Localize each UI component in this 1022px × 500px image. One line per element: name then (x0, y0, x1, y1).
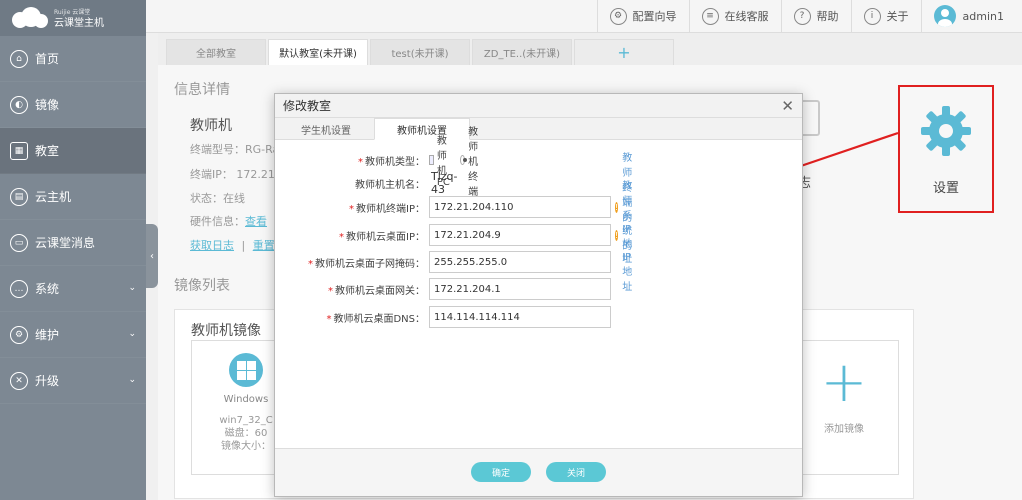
help-button[interactable]: ? 帮助 (780, 0, 851, 33)
edit-classroom-dialog: 修改教室 ✕ 学生机设置 教师机设置 * 教师机类型： 教师机PC 教师机终端 教… (274, 93, 803, 497)
close-button[interactable]: 关闭 (546, 462, 606, 482)
cloud-ip-input[interactable] (429, 224, 611, 246)
dialog-tabs: 学生机设置 教师机设置 (275, 118, 802, 140)
gear-icon (921, 106, 971, 156)
sidebar-item-cloud-host[interactable]: ▤ 云主机 (0, 174, 146, 220)
sidebar-item-messages[interactable]: ▭ 云课堂消息 (0, 220, 146, 266)
list-icon: ≡ (701, 7, 719, 25)
sidebar-item-system[interactable]: … 系统 ⌄ (0, 266, 146, 312)
subnet-mask-label: 教师机云桌面子网掩码： (315, 258, 425, 270)
about-button[interactable]: i 关于 (850, 0, 921, 33)
add-mirror-label: 添加镜像 (824, 424, 864, 435)
confirm-button[interactable]: 确定 (471, 462, 531, 482)
add-mirror-card[interactable]: + 添加镜像 (789, 340, 899, 475)
home-icon: ⌂ (10, 49, 28, 68)
sidebar-item-label: 云主机 (35, 190, 72, 204)
model-line: 终端型号：RG-Ra (190, 143, 280, 156)
cloud-logo-icon (10, 7, 50, 29)
tab-all-classrooms[interactable]: 全部教室 (166, 39, 266, 65)
sidebar-item-classroom[interactable]: ▦ 教室 (0, 128, 146, 174)
settings-label: 设置 (932, 181, 959, 196)
server-icon: ▤ (10, 187, 28, 206)
tab-default-classroom[interactable]: 默认教室(未开课) (268, 39, 368, 65)
chevron-down-icon: ⌄ (128, 283, 136, 293)
terminal-option-radio[interactable] (460, 155, 468, 165)
teacher-type-label: 教师机类型： (365, 156, 425, 168)
hardware-view-link[interactable]: 查看 (245, 215, 267, 228)
tab-student-settings[interactable]: 学生机设置 (278, 118, 374, 140)
mirror-list-title: 镜像列表 (174, 278, 230, 294)
cloud-ip-hint: ! 教师系统的IP地址 (615, 181, 633, 293)
info-title: 信息详情 (174, 82, 230, 98)
settings-callout[interactable]: 设置 (898, 85, 994, 213)
sidebar-item-upgrade[interactable]: ✕ 升级 ⌄ (0, 358, 146, 404)
teacher-mirror-title: 教师机镜像 (191, 323, 261, 339)
terminal-ip-input[interactable] (429, 196, 611, 218)
windows-icon (229, 353, 263, 387)
get-log-link[interactable]: 获取日志 (190, 239, 234, 252)
chevron-down-icon: ⌄ (128, 329, 136, 339)
wrench-icon: ✕ (10, 371, 28, 390)
sidebar-collapse-handle[interactable]: ‹ (146, 224, 158, 288)
action-links: 获取日志 | 重置 (190, 239, 275, 252)
disc-icon: ◐ (10, 95, 28, 114)
config-guide-button[interactable]: ⚙ 配置向导 (596, 0, 689, 33)
dialog-header: 修改教室 ✕ (275, 94, 802, 118)
sidebar-item-label: 首页 (35, 52, 60, 66)
tab-test[interactable]: test(未开课) (370, 39, 470, 65)
user-name: admin1 (962, 9, 1004, 23)
sidebar-item-home[interactable]: ⌂ 首页 (0, 36, 146, 82)
sidebar-item-label: 升级 (35, 374, 60, 388)
sidebar: Ruijie 云课堂 云课堂主机 ⌂ 首页 ◐ 镜像 ▦ 教室 ▤ 云主机 ▭ … (0, 0, 146, 500)
hardware-line: 硬件信息：查看 (190, 215, 267, 228)
teacher-title: 教师机 (190, 118, 232, 134)
close-icon[interactable]: ✕ (781, 97, 794, 115)
add-tab-button[interactable]: + (574, 39, 674, 65)
tool-icon: ⚙ (10, 325, 28, 344)
pc-option-checkbox[interactable] (429, 155, 434, 165)
gateway-label: 教师机云桌面网关： (335, 285, 425, 297)
brand-name: 云课堂主机 (54, 18, 104, 29)
chat-icon: … (10, 279, 28, 298)
info-icon: ! (615, 229, 619, 241)
classroom-tabs: 全部教室 默认教室(未开课) test(未开课) ZD_TE..(未开课) + (158, 33, 1022, 65)
brand-small: Ruijie 云课堂 (54, 9, 91, 16)
sidebar-item-label: 镜像 (35, 98, 60, 112)
dns-input[interactable] (429, 306, 611, 328)
sidebar-item-label: 维护 (35, 328, 60, 342)
sidebar-item-label: 教室 (35, 144, 60, 158)
cloud-ip-label: 教师机云桌面IP： (346, 231, 425, 243)
plus-icon: + (820, 350, 868, 415)
chevron-down-icon: ⌄ (128, 375, 136, 385)
user-menu[interactable]: admin1 (920, 0, 1022, 33)
gateway-input[interactable] (429, 278, 611, 300)
reset-link[interactable]: 重置 (253, 239, 275, 252)
hostname-label: 教师机主机名： (355, 179, 425, 191)
question-icon: ? (793, 7, 811, 25)
info-icon: i (863, 7, 881, 25)
logo[interactable]: Ruijie 云课堂 云课堂主机 (0, 0, 146, 36)
tab-zd-te[interactable]: ZD_TE..(未开课) (472, 39, 572, 65)
sidebar-item-label: 云课堂消息 (35, 236, 96, 250)
sidebar-item-maintenance[interactable]: ⚙ 维护 ⌄ (0, 312, 146, 358)
message-icon: ▭ (10, 233, 28, 252)
online-support-button[interactable]: ≡ 在线客服 (688, 0, 781, 33)
avatar (933, 5, 956, 27)
dialog-title: 修改教室 (283, 99, 332, 113)
topbar: ⚙ 配置向导 ≡ 在线客服 ? 帮助 i 关于 admin1 (146, 0, 1022, 33)
subnet-mask-input[interactable] (429, 251, 611, 273)
terminal-ip-label: 教师机终端IP： (356, 203, 425, 215)
dialog-footer: 确定 关闭 (275, 448, 802, 496)
sidebar-item-mirror[interactable]: ◐ 镜像 (0, 82, 146, 128)
dns-label: 教师机云桌面DNS： (333, 313, 425, 325)
ip-line: 终端IP： 172.21.2 (190, 168, 286, 181)
grid-icon: ▦ (10, 141, 28, 160)
status-line: 状态：在线 (190, 192, 245, 205)
hostname-value: Tlzq-43 (431, 170, 458, 196)
terminal-option-label: 教师机终端 (468, 126, 479, 198)
sidebar-item-label: 系统 (35, 282, 60, 296)
gear-icon: ⚙ (609, 7, 627, 25)
